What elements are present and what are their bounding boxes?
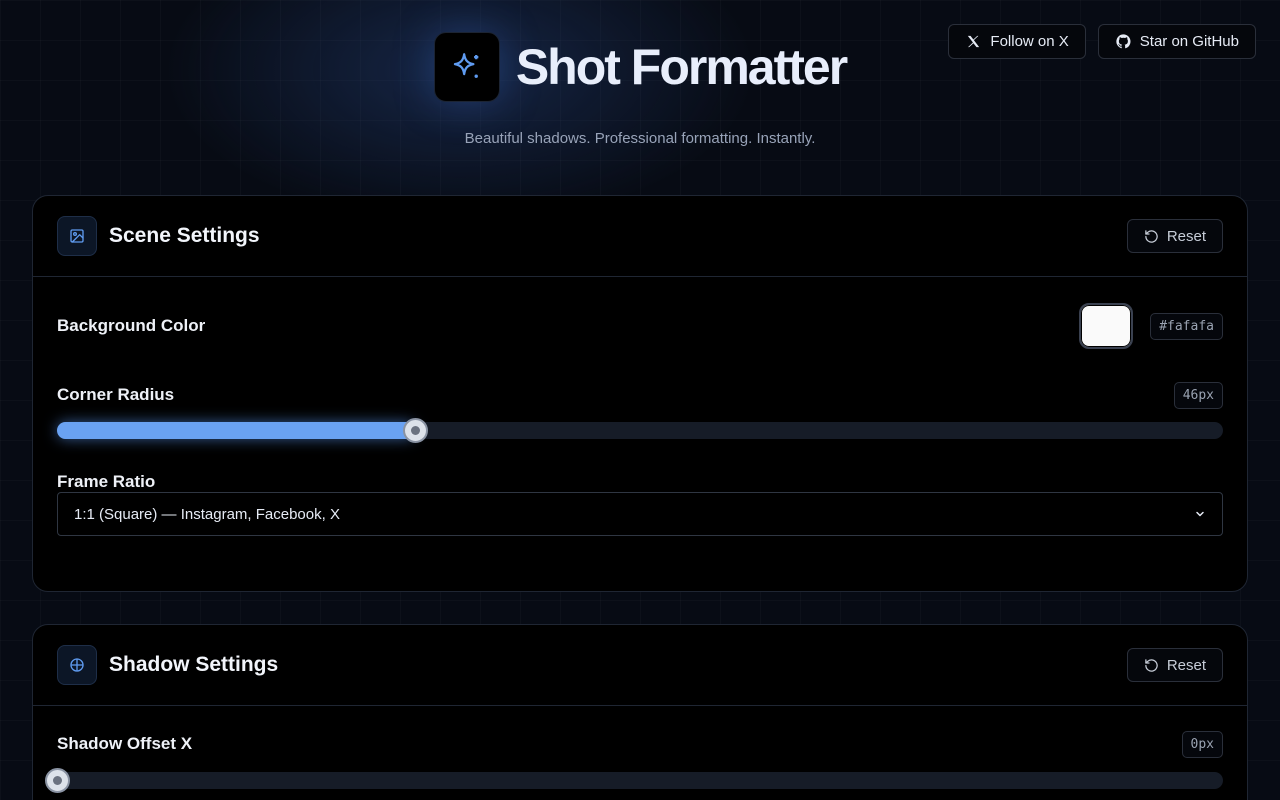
rotate-ccw-icon [1145,229,1158,243]
scene-reset-label: Reset [1166,227,1206,245]
frame-ratio-label: Frame Ratio [57,472,156,491]
frame-ratio-select[interactable]: 1:1 (Square) — Instagram, Facebook, X [57,492,1223,536]
corner-radius-row: Corner Radius 46px [57,381,1223,409]
scene-settings-title: Scene Settings [109,224,260,247]
scene-reset-button[interactable]: Reset [1126,219,1223,253]
background-color-row: Background Color #fafafa [57,302,1223,350]
background-color-swatch[interactable] [1079,303,1134,349]
background-color-label: Background Color [57,316,206,335]
corner-radius-slider[interactable] [57,418,1223,443]
shadow-settings-header: Shadow Settings Reset [33,625,1247,706]
rotate-ccw-icon [1145,658,1158,672]
crosshair-icon [70,658,84,672]
shadow-settings-title: Shadow Settings [109,653,279,676]
shadow-reset-button[interactable]: Reset [1126,648,1223,682]
shadow-offset-x-label: Shadow Offset X [57,734,193,753]
scene-settings-header: Scene Settings Reset [33,196,1247,277]
sparkle-icon [453,53,479,78]
corner-radius-value: 46px [1173,381,1223,409]
shadow-icon-box [57,645,97,685]
shadow-offset-x-value: 0px [1181,730,1223,758]
shadow-offset-x-slider-thumb[interactable] [45,768,70,793]
tagline: Beautiful shadows. Professional formatti… [464,130,816,147]
scene-settings-card: Scene Settings Reset Background Color #f… [32,195,1248,592]
shadow-offset-x-row: Shadow Offset X 0px [57,730,1223,758]
corner-radius-label: Corner Radius [57,385,175,404]
corner-radius-slider-fill [57,422,415,439]
app-logo [433,32,500,102]
scene-icon-box [57,216,97,256]
chevron-down-icon [1196,511,1204,517]
shadow-offset-x-slider[interactable] [45,768,1223,793]
shadow-reset-label: Reset [1166,656,1206,674]
corner-radius-slider-thumb[interactable] [402,418,428,443]
brand: Shot Formatter [0,32,1280,102]
frame-ratio-selected: 1:1 (Square) — Instagram, Facebook, X [74,505,340,523]
shadow-settings-card: Shadow Settings Reset Shadow Offset X 0p… [32,624,1248,800]
background-color-value[interactable]: #fafafa [1150,312,1223,340]
hero: Shot Formatter Beautiful shadows. Profes… [0,32,1280,147]
image-icon [70,229,84,243]
frame-ratio-row: Frame Ratio [57,472,1223,492]
app-title: Shot Formatter [515,39,848,95]
